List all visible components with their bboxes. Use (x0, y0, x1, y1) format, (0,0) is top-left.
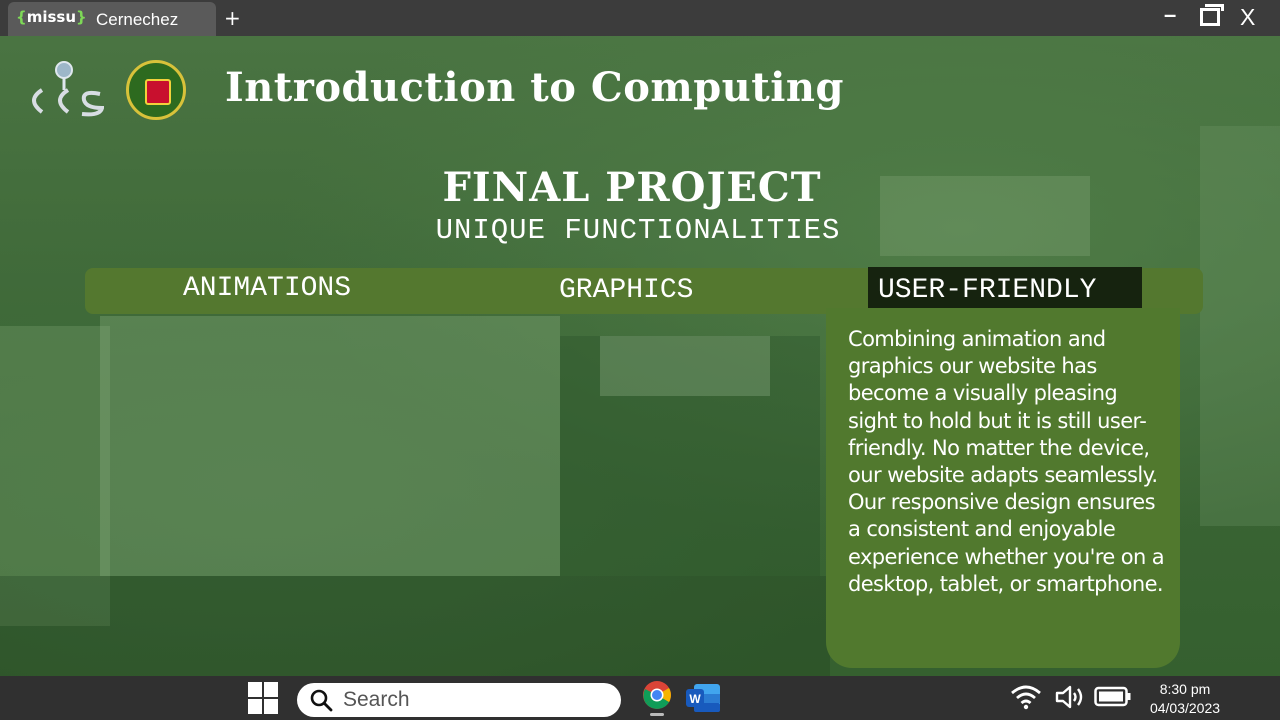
browser-tab[interactable]: {missu} Cernechez (8, 2, 216, 36)
unique-functionalities-subheading: UNIQUE FUNCTIONALITIES (435, 214, 841, 247)
new-tab-button[interactable]: + (224, 6, 241, 30)
search-placeholder: Search (343, 688, 410, 711)
taskbar: Search W 8:30 pm 04/03/2023 (0, 676, 1280, 720)
course-title: Introduction to Computing (225, 64, 844, 111)
svg-text:W: W (689, 692, 701, 706)
clock-date: 04/03/2023 (1149, 700, 1221, 716)
battery-icon[interactable] (1094, 686, 1132, 708)
clock-time: 8:30 pm (1159, 681, 1211, 697)
ccs-logo (32, 61, 104, 117)
system-clock[interactable]: 8:30 pm 04/03/2023 (1140, 680, 1230, 718)
word-icon[interactable]: W (686, 682, 720, 714)
active-app-indicator (650, 713, 664, 716)
tab-user-friendly[interactable]: USER-FRIENDLY (868, 267, 1142, 313)
search-icon (310, 689, 333, 712)
user-friendly-description-panel: Combining animation and graphics our web… (826, 308, 1180, 668)
background-building (600, 336, 770, 396)
background-building (100, 316, 560, 576)
windows-start-icon[interactable] (248, 682, 278, 714)
background-street (0, 576, 830, 676)
tab-title: Cernechez (96, 10, 179, 29)
tab-animations[interactable]: ANIMATIONS (183, 273, 351, 304)
final-project-heading: FINAL PROJECT (442, 164, 822, 211)
volume-icon[interactable] (1055, 684, 1085, 710)
project-slide: Introduction to Computing FINAL PROJECT … (0, 36, 1280, 676)
description-text: Combining animation and graphics our web… (848, 327, 1165, 596)
maximize-button[interactable] (1200, 4, 1224, 26)
taskbar-search-input[interactable]: Search (297, 683, 621, 717)
minimize-button[interactable]: – (1164, 2, 1176, 28)
wifi-icon[interactable] (1010, 684, 1042, 710)
browser-title-bar: {missu} Cernechez + – X (0, 0, 1280, 36)
university-seal-logo (126, 60, 186, 120)
close-button[interactable]: X (1240, 4, 1255, 31)
missu-logo: {missu} (16, 8, 87, 26)
tab-graphics[interactable]: GRAPHICS (559, 275, 693, 306)
chrome-icon[interactable] (642, 680, 672, 710)
